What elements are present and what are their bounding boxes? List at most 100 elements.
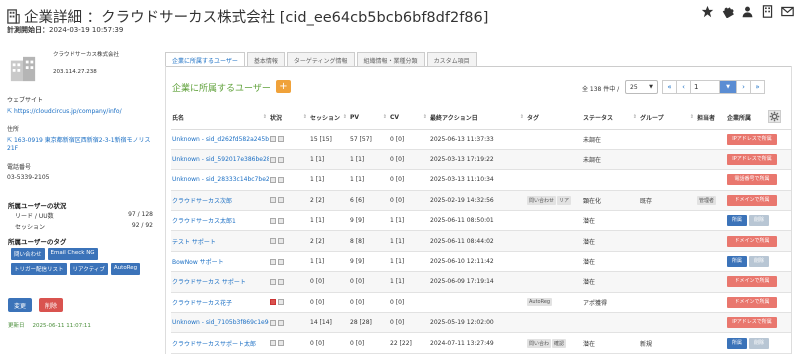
stat-label: リード / UU数 [15, 213, 54, 220]
table-row[interactable]: Unknown - sid_28333c14bc7be2 1 [1] 1 [1] 0 … [171, 169, 791, 191]
mail-icon[interactable] [781, 5, 794, 18]
cell-last-action: 2025-03-13 11:10:34 [429, 169, 526, 191]
table-row[interactable]: Unknown - sid_7105b3f869c1e9c 14 [14] 28 [… [171, 312, 791, 334]
page-dropdown[interactable]: ▼ [719, 80, 737, 94]
pager-prev[interactable]: ‹ [676, 80, 691, 94]
tag-item[interactable]: Email Check NG [47, 248, 98, 260]
user-name-link[interactable]: Unknown - sid_28333c14bc7be2 [171, 169, 269, 191]
sort-icon: ⇕ [382, 114, 387, 120]
puzzle-icon[interactable] [721, 5, 734, 18]
tab-basic-info[interactable]: 基本情報 [246, 52, 285, 66]
affiliation-badge[interactable]: IPアドレスで所属 [727, 133, 777, 145]
edit-button[interactable]: 変更 [8, 298, 33, 312]
user-name-link[interactable]: Unknown - sid_592017e386be28 [171, 149, 269, 171]
tab-custom-fields[interactable]: カスタム項目 [426, 52, 477, 66]
user-name-link[interactable]: クラウドサーカス花子 [171, 292, 269, 314]
user-name-link[interactable]: テスト サポート [171, 230, 269, 252]
star-icon[interactable] [701, 5, 714, 18]
user-name-link[interactable]: クラウドサーカスサポート太郎 [171, 332, 269, 354]
tag-item[interactable]: 問い合わせ [11, 248, 45, 260]
remove-button[interactable]: 削除 [749, 256, 769, 268]
column-header[interactable]: 企業所属 [726, 107, 791, 130]
user-name-link[interactable]: Unknown - sid_7105b3f869c1e9c [171, 312, 269, 334]
user-name-link[interactable]: クラウドサーカス太郎1 [171, 210, 269, 232]
column-header[interactable]: PV ⇕ [349, 107, 389, 130]
affiliation-badge[interactable]: IPアドレスで所属 [727, 317, 777, 329]
column-header[interactable]: セッション ⇕ [309, 107, 349, 130]
affiliation-badge[interactable]: 電話番号で所属 [727, 174, 777, 186]
add-user-button[interactable]: + [276, 80, 291, 93]
chevron-down-icon: ▼ [649, 84, 653, 90]
affiliate-button[interactable]: 所属 [727, 256, 747, 268]
affiliation-badge[interactable]: ドメインで所属 [727, 296, 777, 308]
tag-item[interactable]: リアクティブ [69, 263, 108, 275]
pager-next[interactable]: › [736, 80, 751, 94]
column-settings-button[interactable] [768, 110, 781, 123]
company-card: クラウドサーカス株式会社 203.114.27.238 [7, 45, 157, 85]
column-header[interactable]: タグ [526, 107, 582, 130]
affiliation-badge[interactable]: ドメインで所属 [727, 194, 777, 206]
table-row[interactable]: クラウドサーカス次郎 2 [2] 6 [6] 0 [0] 2025-02-19 14:3… [171, 190, 791, 212]
building-icon [7, 9, 20, 24]
table-row[interactable]: クラウドサーカスサポート太郎 0 [0] 0 [0] 22 [22] 2024-07-1… [171, 332, 791, 354]
column-header[interactable]: ステータス ⇕ [582, 107, 639, 130]
cell-affiliation: ドメインで所属 [726, 230, 791, 252]
user-name-link[interactable]: BowNow サポート [171, 251, 269, 273]
tag-item[interactable]: AutoReg [110, 263, 141, 275]
per-page-select[interactable]: 25 ▼ [625, 80, 658, 94]
table-row[interactable]: クラウドサーカス花子 0 [0] 0 [0] 0 [0] AutoReg アポ獲得 ドメイン… [171, 292, 791, 314]
affiliation-badge[interactable]: IPアドレスで所属 [727, 154, 777, 166]
tab-organization[interactable]: 組織情報・業種分類 [356, 52, 425, 66]
tab-company-users[interactable]: 企業に所属するユーザー [165, 52, 245, 66]
column-header[interactable]: 氏名 ⇕ [171, 107, 269, 130]
user-name-link[interactable]: Unknown - sid_d262fd582a245ba [171, 129, 269, 150]
pager-last[interactable]: » [750, 80, 765, 94]
affiliation-badge[interactable]: ドメインで所属 [727, 276, 777, 288]
tag-item[interactable]: トリガー配信リスト [11, 263, 67, 275]
status-flag-icon [270, 278, 276, 285]
table-row[interactable]: クラウドサーカス サポート 0 [0] 0 [0] 1 [1] 2025-06-09 1… [171, 271, 791, 293]
table-row[interactable]: BowNow サポート 1 [1] 9 [9] 1 [1] 2025-06-10 12:… [171, 251, 791, 273]
affiliation-badge[interactable]: ドメインで所属 [727, 235, 777, 247]
user-name-link[interactable]: クラウドサーカス次郎 [171, 190, 269, 212]
column-header[interactable]: CV ⇕ [389, 107, 429, 130]
stat-label: セッション [15, 224, 46, 231]
remove-button[interactable]: 削除 [749, 215, 769, 227]
building-icon[interactable] [761, 5, 774, 18]
page-header: 企業詳細 ：クラウドサーカス株式会社 [cid_ee64cb5bcb6bf8df… [0, 0, 800, 36]
affiliate-button[interactable]: 所属 [727, 337, 747, 349]
status-mail-icon [278, 197, 284, 204]
affiliate-button[interactable]: 所属 [727, 215, 747, 227]
column-header[interactable]: 最終アクション日 ⇕ [429, 107, 526, 130]
delete-button[interactable]: 削除 [39, 298, 64, 312]
column-header[interactable]: 担当者 [696, 107, 726, 130]
column-header[interactable]: 状況 ⇕ [269, 107, 309, 130]
cell-group [639, 230, 696, 252]
cell-tags: 問い合わせ リア [526, 190, 582, 212]
table-row[interactable]: Unknown - sid_d262fd582a245ba 15 [15] 57 [… [171, 129, 791, 150]
user-name-link[interactable]: クラウドサーカス サポート [171, 271, 269, 293]
column-header-label: CV [390, 114, 400, 122]
cell-session: 15 [15] [309, 129, 349, 150]
cell-status: 未調在 [582, 129, 639, 150]
user-icon[interactable] [741, 5, 754, 18]
tab-targeting[interactable]: ターゲティング情報 [286, 52, 355, 66]
column-header-label: ステータス [583, 115, 614, 123]
pager-first[interactable]: « [662, 80, 677, 94]
table-row[interactable]: Unknown - sid_592017e386be28 1 [1] 1 [1] 0 … [171, 149, 791, 171]
status-icons [269, 292, 309, 314]
column-header[interactable]: グループ ⇕ [639, 107, 696, 130]
address-link[interactable]: ⇱ 163-0919 東京都新宿区西新宿2-3-1新宿モノリス21F [7, 137, 152, 153]
status-mail-icon [278, 238, 284, 245]
remove-button[interactable]: 削除 [749, 337, 769, 349]
cell-affiliation: 所属 削除 [726, 332, 791, 354]
table-row[interactable]: クラウドサーカス太郎1 1 [1] 9 [9] 1 [1] 2025-06-11 08:… [171, 210, 791, 232]
status-icons [269, 332, 309, 354]
cell-tags [526, 251, 582, 273]
status-icons [269, 129, 309, 150]
table-row[interactable]: テスト サポート 2 [2] 8 [8] 1 [1] 2025-06-11 08:44:… [171, 230, 791, 252]
cell-pv: 6 [6] [349, 190, 389, 212]
website-link[interactable]: ⇱ https://cloudcircus.jp/company/info/ [7, 108, 122, 115]
cell-affiliation: ドメインで所属 [726, 190, 791, 212]
page-input[interactable]: 1 [690, 80, 720, 94]
